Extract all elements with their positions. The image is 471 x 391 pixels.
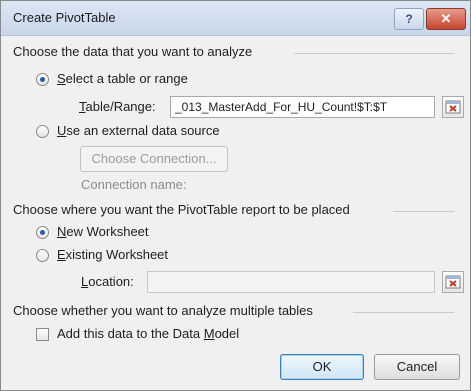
- placement-section-divider: [393, 211, 454, 212]
- help-button[interactable]: ?: [394, 8, 424, 30]
- table-range-label: Table/Range:: [79, 99, 156, 114]
- external-source-accel: U: [57, 123, 67, 138]
- placement-section-header: Choose where you want the PivotTable rep…: [13, 202, 350, 217]
- external-source-label-rest: se an external data source: [66, 123, 220, 138]
- existing-worksheet-accel: E: [57, 247, 66, 262]
- choose-connection-button[interactable]: Choose Connection...: [80, 146, 228, 172]
- data-section-header: Choose the data that you want to analyze: [13, 44, 253, 59]
- new-worksheet-accel: N: [57, 224, 67, 239]
- title-bar[interactable]: Create PivotTable ? ✕: [1, 1, 470, 36]
- external-source-label[interactable]: Use an external data source: [57, 123, 220, 138]
- data-model-checkbox[interactable]: [36, 328, 49, 341]
- data-model-label-rest: odel: [214, 326, 240, 341]
- existing-worksheet-label-rest: xisting Worksheet: [65, 247, 169, 262]
- table-range-label-rest: able/Range:: [85, 99, 156, 114]
- existing-worksheet-radio[interactable]: [36, 249, 49, 262]
- select-table-radio[interactable]: [36, 73, 49, 86]
- dialog-title: Create PivotTable: [13, 10, 116, 25]
- collapse-dialog-icon: [445, 100, 461, 114]
- help-icon: ?: [405, 12, 413, 26]
- location-label: Location:: [81, 274, 134, 289]
- select-table-label-rest: elect a table or range: [65, 71, 188, 86]
- create-pivottable-dialog: Create PivotTable ? ✕ Choose the data th…: [0, 0, 471, 391]
- table-range-collapse-button[interactable]: [442, 96, 464, 118]
- ok-button[interactable]: OK: [280, 354, 364, 380]
- cancel-button[interactable]: Cancel: [374, 354, 460, 380]
- location-collapse-button[interactable]: [442, 271, 464, 293]
- data-model-accel: M: [203, 326, 215, 341]
- data-model-label[interactable]: Add this data to the Data Model: [57, 326, 239, 341]
- collapse-dialog-icon: [445, 275, 461, 289]
- external-source-radio[interactable]: [36, 125, 49, 138]
- data-model-label-before: Add this data to the Data: [57, 326, 204, 341]
- multiple-tables-section-header: Choose whether you want to analyze multi…: [13, 303, 313, 318]
- location-label-rest: ocation:: [88, 274, 134, 289]
- close-icon: ✕: [440, 11, 452, 26]
- location-input[interactable]: [147, 271, 435, 293]
- table-range-input[interactable]: _013_MasterAdd_For_HU_Count!$T:$T: [170, 96, 435, 118]
- connection-name-label: Connection name:: [81, 177, 187, 192]
- select-table-accel: S: [57, 71, 66, 86]
- new-worksheet-label-rest: ew Worksheet: [66, 224, 149, 239]
- multiple-tables-section-divider: [353, 312, 454, 313]
- new-worksheet-radio[interactable]: [36, 226, 49, 239]
- select-table-label[interactable]: Select a table or range: [57, 71, 188, 86]
- close-button[interactable]: ✕: [426, 8, 466, 30]
- data-section-divider: [294, 53, 454, 54]
- new-worksheet-label[interactable]: New Worksheet: [57, 224, 149, 239]
- existing-worksheet-label[interactable]: Existing Worksheet: [57, 247, 168, 262]
